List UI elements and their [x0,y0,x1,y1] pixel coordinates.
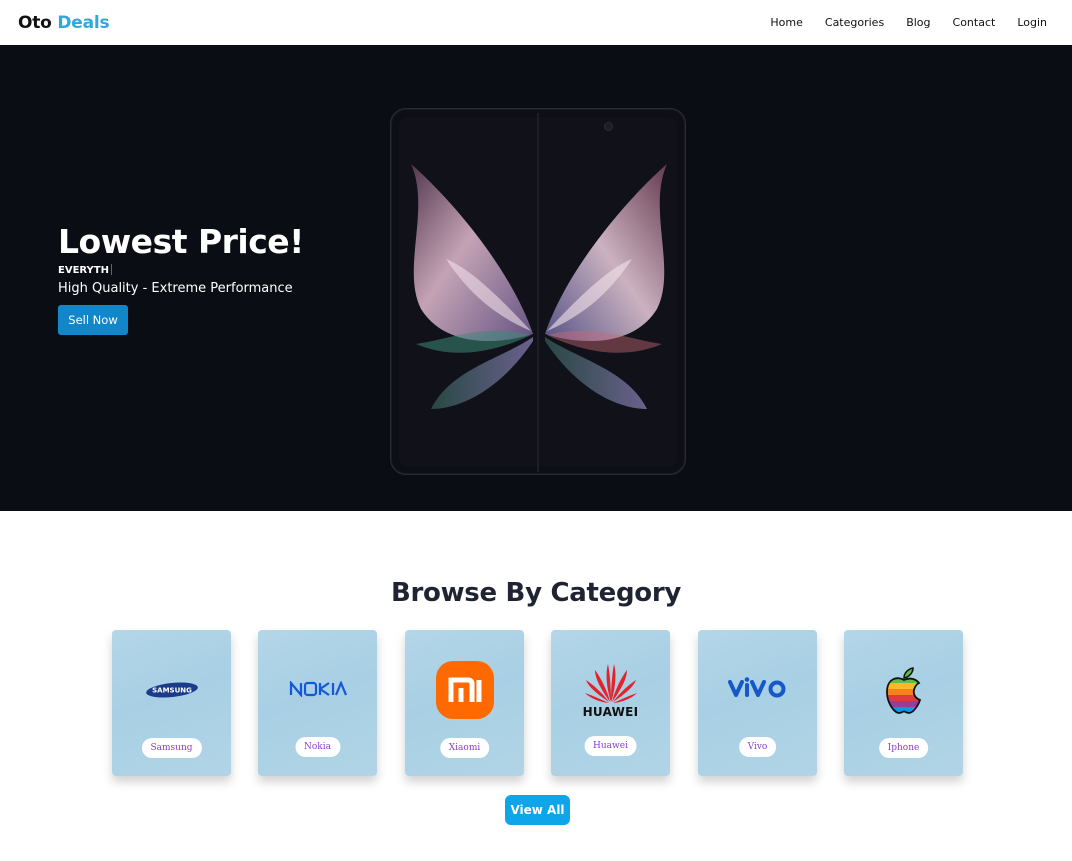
category-label-xiaomi: Xiaomi [439,738,490,758]
butterfly-wallpaper [411,164,667,409]
brand-name-primary: Oto [18,12,52,33]
category-card-iphone[interactable]: Iphone [844,630,963,776]
brand-name-accent: Deals [57,12,110,33]
typing-cursor [111,264,112,275]
nav-home[interactable]: Home [759,16,813,29]
sell-now-button[interactable]: Sell Now [58,305,128,335]
category-card-xiaomi[interactable]: Xiaomi [405,630,524,776]
vivo-logo-icon [698,676,817,700]
huawei-logo-icon: HUAWEI [551,658,670,720]
view-all-button[interactable]: View All [505,795,570,825]
category-card-samsung[interactable]: SAMSUNG Samsung [112,630,231,776]
nav-categories[interactable]: Categories [814,16,895,29]
svg-text:SAMSUNG: SAMSUNG [152,687,192,695]
brand-logo[interactable]: Oto Deals [18,12,110,33]
category-card-vivo[interactable]: Vivo [698,630,817,776]
nav-login[interactable]: Login [1006,16,1054,29]
hero-phone-image [390,108,686,475]
section-title: Browse By Category [390,578,682,608]
category-label-nokia: Nokia [295,737,340,757]
category-label-samsung: Samsung [141,738,202,758]
nav-links: Home Categories Blog Contact Login [759,16,1054,29]
huawei-logo-text: HUAWEI [582,704,639,719]
category-card-nokia[interactable]: Nokia [258,630,377,776]
category-card-huawei[interactable]: HUAWEI Huawei [551,630,670,776]
hero-banner: Lowest Price! EVERYTH High Quality - Ext… [0,45,1072,511]
nokia-logo-icon [258,680,377,698]
samsung-logo-icon: SAMSUNG [112,680,231,700]
category-label-vivo: Vivo [738,737,777,757]
xiaomi-logo-icon [405,660,524,720]
nav-contact[interactable]: Contact [942,16,1007,29]
camera-icon [604,122,613,131]
hero-subtitle: High Quality - Extreme Performance [58,281,293,296]
category-label-iphone: Iphone [878,738,929,758]
navbar: Oto Deals Home Categories Blog Contact L… [0,0,1072,45]
apple-logo-icon [844,666,963,714]
nav-blog[interactable]: Blog [895,16,941,29]
hero-title: Lowest Price! [58,222,304,261]
category-label-huawei: Huawei [584,736,637,756]
hero-typed-text: EVERYTH [58,264,112,276]
